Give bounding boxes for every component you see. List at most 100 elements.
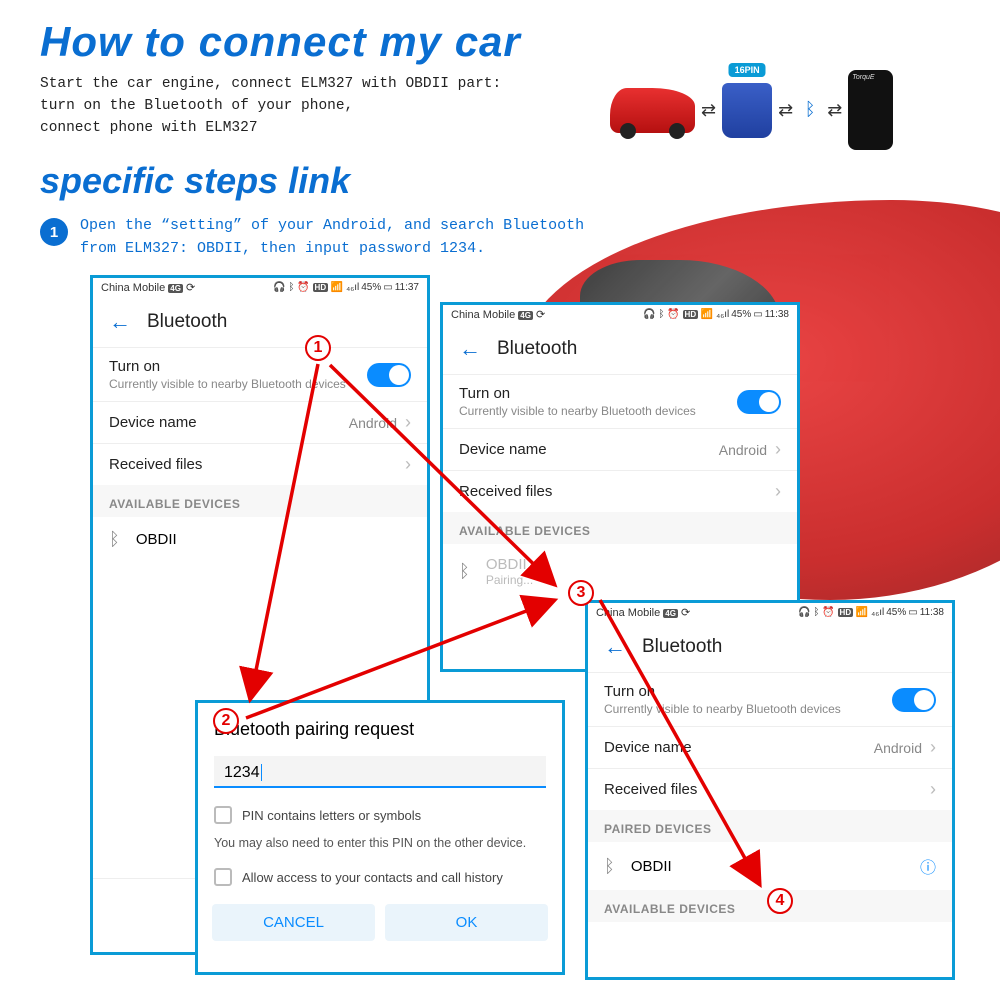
- battery-icon: ▭: [383, 282, 392, 293]
- status-icons: 🎧 ᛒ ⏰ HD 📶 ₄₆ıl: [273, 282, 359, 293]
- row-label: Received files: [109, 456, 202, 473]
- dialog-note: You may also need to enter this PIN on t…: [198, 832, 562, 860]
- info-icon[interactable]: ⓘ: [920, 854, 936, 878]
- row-value: Android: [874, 740, 922, 756]
- chevron-right-icon: ›: [775, 481, 781, 502]
- step-line: Open the “setting” of your Android, and …: [80, 215, 584, 238]
- callout-4: 4: [767, 888, 793, 914]
- available-devices-header: AVAILABLE DEVICES: [93, 485, 427, 517]
- carrier-label: China Mobile: [101, 282, 165, 294]
- bluetooth-icon: ᛒ: [799, 99, 821, 121]
- device-name: OBDII: [486, 556, 533, 573]
- bluetooth-icon: ᛒ: [109, 529, 120, 550]
- step-line: from ELM327: OBDII, then input password …: [80, 238, 584, 261]
- ok-button[interactable]: OK: [385, 904, 548, 941]
- bidirectional-arrow-icon: ⇄: [701, 104, 716, 117]
- checkbox-icon[interactable]: [214, 806, 232, 824]
- toggle-label: Turn on: [459, 385, 696, 402]
- checkbox-contacts[interactable]: Allow access to your contacts and call h…: [198, 860, 562, 894]
- bluetooth-icon: ᛒ: [604, 856, 615, 877]
- screen-title: Bluetooth: [497, 338, 577, 360]
- network-badge: 4G: [168, 284, 183, 293]
- received-files-row[interactable]: Received files ›: [443, 470, 797, 512]
- pairing-status: Pairing...: [486, 573, 533, 587]
- available-devices-header: AVAILABLE DEVICES: [443, 512, 797, 544]
- bluetooth-icon: ᛒ: [459, 561, 470, 582]
- carrier-label: China Mobile: [596, 607, 660, 619]
- device-name: OBDII: [631, 858, 672, 875]
- pin-input[interactable]: 1234: [214, 756, 546, 788]
- time-label: 11:38: [765, 309, 789, 320]
- screen-header: ← Bluetooth: [443, 324, 797, 374]
- device-name-row[interactable]: Device name Android›: [588, 726, 952, 768]
- network-badge: 4G: [663, 609, 678, 618]
- toggle-switch[interactable]: [737, 390, 781, 414]
- status-bar: China Mobile 4G ⟳ 🎧 ᛒ ⏰ HD 📶 ₄₆ıl 45% ▭ …: [93, 278, 427, 297]
- main-title: How to connect my car: [40, 18, 521, 66]
- screenshot-pairing-dialog: Bluetooth pairing request 1234 PIN conta…: [195, 700, 565, 975]
- time-label: 11:38: [920, 607, 944, 618]
- device-row-pairing[interactable]: ᛒ OBDII Pairing...: [443, 544, 797, 599]
- status-icons: 🎧 ᛒ ⏰ HD 📶 ₄₆ıl: [643, 309, 729, 320]
- battery-icon: ▭: [753, 309, 762, 320]
- bluetooth-toggle-row[interactable]: Turn on Currently visible to nearby Blue…: [443, 374, 797, 428]
- received-files-row[interactable]: Received files ›: [93, 443, 427, 485]
- back-arrow-icon[interactable]: ←: [109, 309, 131, 335]
- checkbox-label: Allow access to your contacts and call h…: [242, 870, 503, 885]
- row-label: Received files: [604, 781, 697, 798]
- chevron-right-icon: ›: [405, 454, 411, 475]
- sub-title: specific steps link: [40, 160, 350, 202]
- time-label: 11:37: [395, 282, 419, 293]
- carrier-label: China Mobile: [451, 309, 515, 321]
- battery-label: 45%: [731, 309, 751, 320]
- device-name-row[interactable]: Device name Android ›: [93, 401, 427, 443]
- toggle-switch[interactable]: [892, 688, 936, 712]
- battery-label: 45%: [361, 282, 381, 293]
- step-number-bullet: 1: [40, 218, 68, 246]
- pin-badge: 16PIN: [729, 63, 766, 77]
- obd-device-icon: 16PIN: [722, 83, 772, 138]
- checkbox-icon[interactable]: [214, 868, 232, 886]
- back-arrow-icon[interactable]: ←: [459, 336, 481, 362]
- connection-diagram: ⇄ 16PIN ⇄ ᛒ ⇄: [610, 70, 970, 150]
- cancel-button[interactable]: CANCEL: [212, 904, 375, 941]
- battery-icon: ▭: [908, 607, 917, 618]
- intro-line: connect phone with ELM327: [40, 118, 501, 140]
- toggle-sublabel: Currently visible to nearby Bluetooth de…: [109, 377, 346, 391]
- row-label: Device name: [109, 414, 197, 431]
- dialog-buttons: CANCEL OK: [198, 894, 562, 951]
- back-arrow-icon[interactable]: ←: [604, 634, 626, 660]
- intro-line: Start the car engine, connect ELM327 wit…: [40, 74, 501, 96]
- callout-2: 2: [213, 708, 239, 734]
- battery-label: 45%: [886, 607, 906, 618]
- bluetooth-toggle-row[interactable]: Turn on Currently visible to nearby Blue…: [588, 672, 952, 726]
- row-label: Device name: [459, 441, 547, 458]
- dialog-title: Bluetooth pairing request: [198, 703, 562, 756]
- checkbox-letters-symbols[interactable]: PIN contains letters or symbols: [198, 798, 562, 832]
- toggle-label: Turn on: [109, 358, 346, 375]
- device-name: OBDII: [136, 531, 177, 548]
- toggle-switch[interactable]: [367, 363, 411, 387]
- screen-header: ← Bluetooth: [93, 297, 427, 347]
- row-value: Android: [719, 442, 767, 458]
- received-files-row[interactable]: Received files ›: [588, 768, 952, 810]
- toggle-sublabel: Currently visible to nearby Bluetooth de…: [604, 702, 841, 716]
- screen-title: Bluetooth: [147, 311, 227, 333]
- intro-line: turn on the Bluetooth of your phone,: [40, 96, 501, 118]
- device-row-paired[interactable]: ᛒ OBDII ⓘ: [588, 842, 952, 890]
- bidirectional-arrow-icon: ⇄: [827, 104, 842, 117]
- status-bar: China Mobile 4G ⟳ 🎧 ᛒ ⏰ HD 📶 ₄₆ıl 45% ▭ …: [443, 305, 797, 324]
- device-name-row[interactable]: Device name Android ›: [443, 428, 797, 470]
- bluetooth-toggle-row[interactable]: Turn on Currently visible to nearby Blue…: [93, 347, 427, 401]
- callout-3: 3: [568, 580, 594, 606]
- chevron-right-icon: ›: [405, 412, 411, 432]
- row-value: Android: [349, 415, 397, 431]
- chevron-right-icon: ›: [775, 439, 781, 459]
- pin-value: 1234: [224, 764, 260, 781]
- checkbox-label: PIN contains letters or symbols: [242, 808, 421, 823]
- row-label: Received files: [459, 483, 552, 500]
- car-icon: [610, 88, 695, 133]
- screen-header: ← Bluetooth: [588, 622, 952, 672]
- device-row-obdii[interactable]: ᛒ OBDII: [93, 517, 427, 562]
- network-badge: 4G: [518, 311, 533, 320]
